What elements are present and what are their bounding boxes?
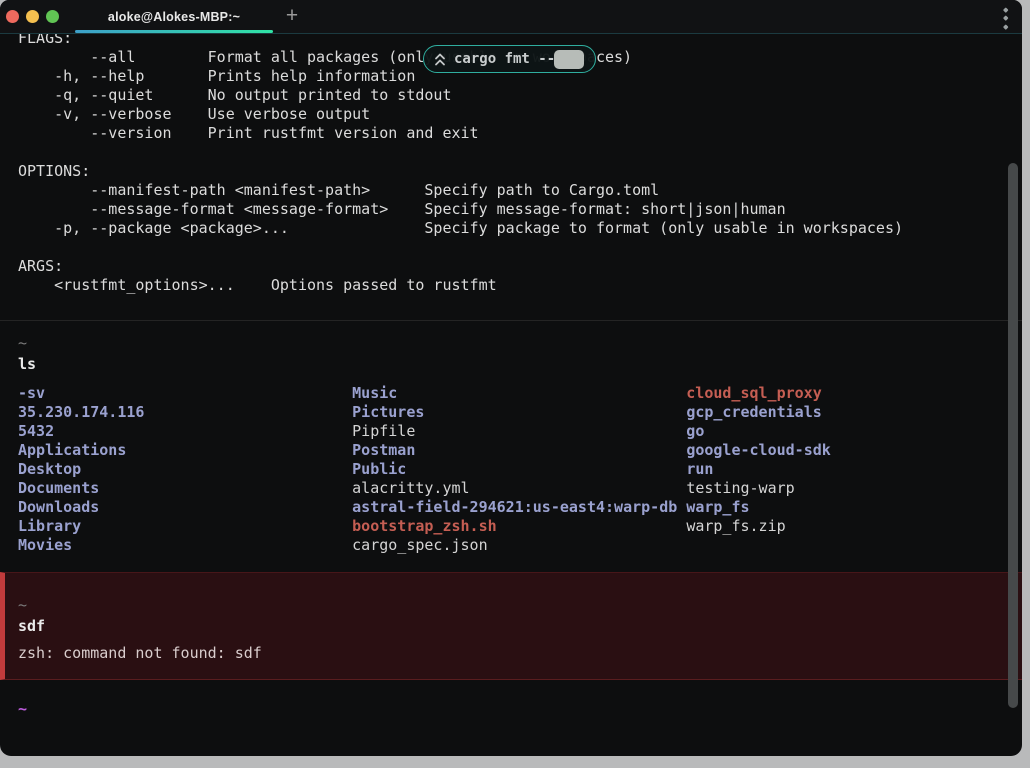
ls-entry: bootstrap_zsh.sh bbox=[352, 517, 497, 535]
ls-entry: go bbox=[686, 422, 704, 440]
close-button[interactable] bbox=[6, 10, 19, 23]
ls-entry: Postman bbox=[352, 441, 415, 459]
tab-title: aloke@Alokes-MBP:~ bbox=[108, 10, 240, 24]
active-tab-underline bbox=[75, 30, 273, 33]
ls-entry: Desktop bbox=[18, 460, 81, 478]
ls-entry: Pictures bbox=[352, 403, 424, 421]
ls-entry: warp_fs bbox=[686, 498, 749, 516]
ls-entry: Documents bbox=[18, 479, 99, 497]
ls-entry: Library bbox=[18, 517, 81, 535]
double-chevron-up-icon bbox=[434, 53, 446, 66]
ls-entry: warp_fs.zip bbox=[686, 517, 785, 535]
scrollbar-thumb[interactable] bbox=[1008, 163, 1018, 708]
error-message: zsh: command not found: sdf bbox=[18, 644, 262, 663]
cursor-block bbox=[554, 50, 584, 69]
ls-entry: Public bbox=[352, 460, 406, 478]
ls-command: ls bbox=[18, 355, 36, 374]
block-separator bbox=[0, 320, 1022, 321]
ls-entry: cloud_sql_proxy bbox=[686, 384, 821, 402]
input-block[interactable]: ~ bbox=[0, 684, 1022, 754]
ls-entry: Movies bbox=[18, 536, 72, 554]
minimize-button[interactable] bbox=[26, 10, 39, 23]
terminal-window: aloke@Alokes-MBP:~ + FLAGS: --all Format… bbox=[0, 0, 1022, 756]
ls-entry: gcp_credentials bbox=[686, 403, 821, 421]
error-block: ~ sdf zsh: command not found: sdf bbox=[0, 572, 1022, 680]
ls-entry: testing-warp bbox=[686, 479, 794, 497]
ls-entry: Music bbox=[352, 384, 397, 402]
prompt-symbol: ~ bbox=[18, 596, 27, 615]
sticky-command-pill[interactable]: cargo fmt --he bbox=[423, 45, 596, 73]
ls-entry: google-cloud-sdk bbox=[686, 441, 831, 459]
prompt-symbol: ~ bbox=[18, 334, 27, 353]
ls-entry: alacritty.yml bbox=[352, 479, 469, 497]
titlebar: aloke@Alokes-MBP:~ + bbox=[0, 0, 1022, 34]
terminal-tab[interactable]: aloke@Alokes-MBP:~ bbox=[75, 0, 273, 33]
kebab-menu-icon[interactable] bbox=[1002, 8, 1010, 28]
ls-output: -sv Music cloud_sql_proxy 35.230.174.116… bbox=[18, 384, 831, 555]
ls-entry: 5432 bbox=[18, 422, 54, 440]
ls-entry: Applications bbox=[18, 441, 126, 459]
ls-entry: -sv bbox=[18, 384, 45, 402]
ls-entry: run bbox=[686, 460, 713, 478]
ls-entry: astral-field-294621:us-east4:warp-db bbox=[352, 498, 677, 516]
ls-entry: Downloads bbox=[18, 498, 99, 516]
ls-entry: cargo_spec.json bbox=[352, 536, 487, 554]
ls-entry: Pipfile bbox=[352, 422, 415, 440]
new-tab-button[interactable]: + bbox=[281, 6, 303, 28]
zoom-button[interactable] bbox=[46, 10, 59, 23]
ls-entry: 35.230.174.116 bbox=[18, 403, 144, 421]
sdf-command: sdf bbox=[18, 617, 45, 636]
current-prompt-symbol: ~ bbox=[18, 700, 27, 719]
